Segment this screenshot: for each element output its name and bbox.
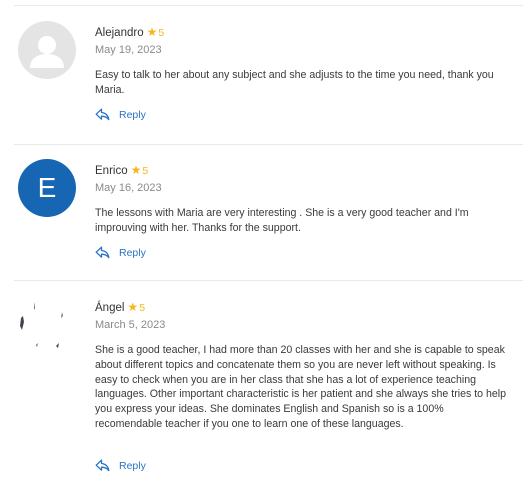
review-date: May 16, 2023 — [95, 182, 162, 194]
reviewer-name: Alejandro — [95, 27, 144, 39]
reviewer-name: Ángel — [95, 302, 125, 314]
star-icon: ★ — [146, 25, 158, 39]
avatar-letter: E — [37, 172, 57, 203]
review-date: March 5, 2023 — [95, 319, 166, 331]
avatar: E — [18, 159, 76, 217]
reply-label: Reply — [119, 246, 146, 259]
review-text: The lessons with Maria are very interest… — [95, 207, 469, 234]
review-text: She is a good teacher, I had more than 2… — [95, 344, 507, 430]
profile-photo-icon — [20, 302, 63, 348]
star-icon: ★ — [127, 300, 139, 314]
reply-button[interactable]: Reply — [95, 459, 146, 472]
avatar — [14, 296, 72, 354]
star-icon: ★ — [130, 163, 142, 177]
rating-value: 5 — [142, 165, 149, 177]
reply-button[interactable]: Reply — [95, 108, 146, 121]
reviewer-name-line: Enrico ★5 — [95, 162, 509, 178]
avatar — [18, 21, 76, 79]
reply-label: Reply — [119, 459, 146, 472]
reply-label: Reply — [119, 108, 146, 121]
user-silhouette-icon — [30, 36, 64, 68]
reply-arrow-icon — [95, 459, 110, 472]
review-item: E Enrico ★5 May 16, 2023 The lessons with… — [0, 144, 523, 280]
reply-arrow-icon — [95, 108, 110, 121]
reply-arrow-icon — [95, 246, 110, 259]
review-date: May 19, 2023 — [95, 44, 162, 56]
reviewer-name: Enrico — [95, 165, 128, 177]
review-item: Alejandro ★5 May 19, 2023 Easy to talk to… — [0, 0, 523, 144]
review-text: Easy to talk to her about any subject an… — [95, 69, 494, 96]
review-item: Ángel ★5 March 5, 2023 She is a good teac… — [0, 280, 523, 486]
rating-value: 5 — [139, 302, 146, 314]
reviewer-name-line: Ángel ★5 — [95, 299, 509, 315]
rating-value: 5 — [158, 27, 165, 39]
reviewer-name-line: Alejandro ★5 — [95, 24, 509, 40]
reply-button[interactable]: Reply — [95, 246, 146, 259]
